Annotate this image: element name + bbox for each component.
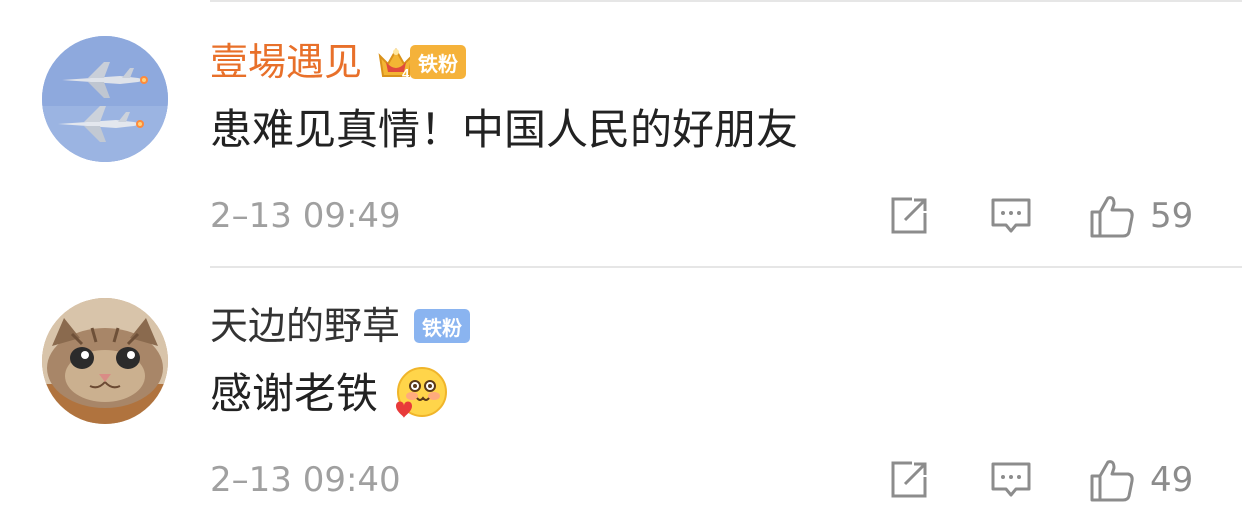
fan-tag: 铁粉 (410, 45, 467, 79)
timestamp: 2–13 09:40 (210, 460, 401, 500)
comment-meta: 2–13 09:40 49 (210, 456, 1193, 504)
fan-badge[interactable]: 铁粉 (414, 309, 471, 343)
avatar[interactable] (42, 298, 168, 424)
timestamp: 2–13 09:49 (210, 196, 401, 236)
avatar[interactable] (42, 36, 168, 162)
username[interactable]: 天边的野草 (210, 302, 400, 350)
username-row: 壹場遇见 4 铁粉 (210, 38, 467, 86)
share-icon (891, 461, 927, 498)
blushing-face-with-heart-icon (396, 367, 448, 418)
comment-text: 感谢老铁 (210, 366, 448, 422)
comment-text: 患难见真情！中国人民的好朋友 (210, 102, 798, 158)
username[interactable]: 壹場遇见 (210, 38, 362, 86)
like-count: 49 (1150, 460, 1194, 500)
comment-item: 天边的野草 铁粉 感谢老铁 2–13 09:40 49 (0, 268, 1242, 530)
share-button[interactable] (888, 192, 930, 240)
crown-fan-badge[interactable]: 4 铁粉 (376, 42, 467, 82)
top-divider (210, 0, 1242, 2)
share-icon (891, 197, 927, 234)
reply-button[interactable] (990, 456, 1032, 504)
fighter-jets-avatar-icon (42, 36, 168, 162)
comment-body: 感谢老铁 (210, 369, 379, 418)
like-count: 59 (1150, 196, 1194, 236)
reply-icon (991, 198, 1031, 233)
comment-body: 患难见真情！中国人民的好朋友 (210, 105, 799, 154)
cat-avatar-icon (42, 298, 168, 424)
username-row: 天边的野草 铁粉 (210, 302, 471, 350)
like-button[interactable]: 49 (1088, 456, 1193, 504)
svg-text:4: 4 (402, 66, 410, 81)
reply-icon (991, 462, 1031, 497)
thumbs-up-icon (1090, 460, 1134, 502)
comment-item: 壹場遇见 4 铁粉 患难见真情！中国人民的好朋友 2–13 09:49 59 (0, 4, 1242, 266)
comment-meta: 2–13 09:49 59 (210, 192, 1193, 240)
share-button[interactable] (888, 456, 930, 504)
thumbs-up-icon (1090, 196, 1134, 238)
like-button[interactable]: 59 (1088, 192, 1193, 240)
reply-button[interactable] (990, 192, 1032, 240)
fan-tag: 铁粉 (414, 309, 471, 343)
